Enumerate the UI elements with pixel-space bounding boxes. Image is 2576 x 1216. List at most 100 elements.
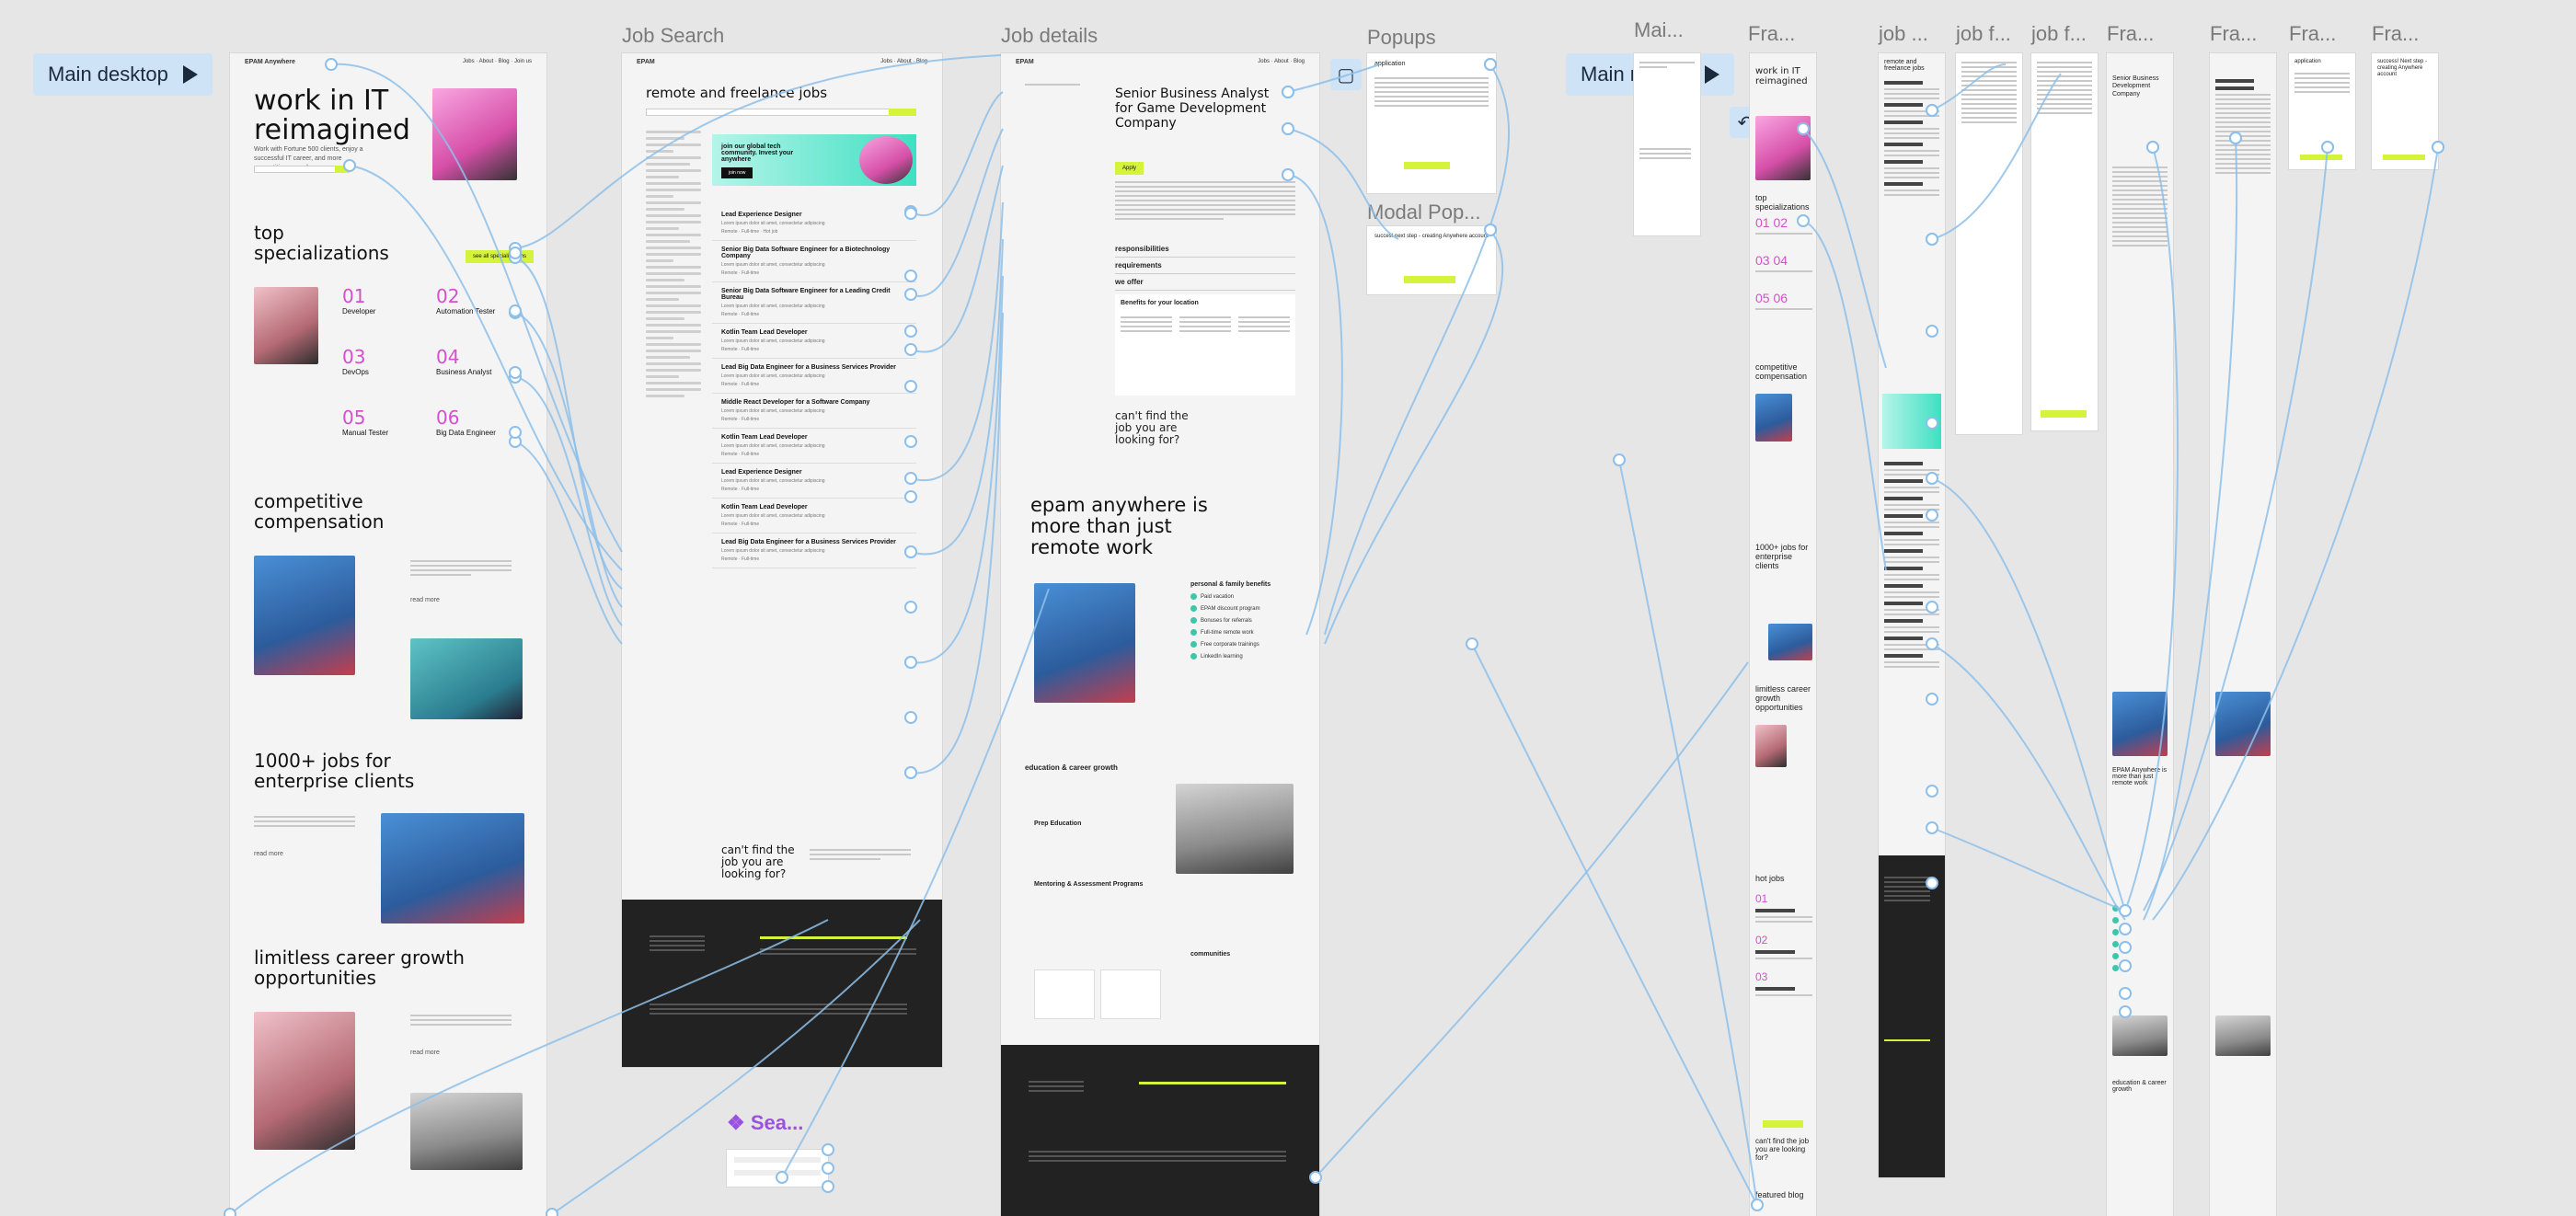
banner-join-button[interactable]: join now bbox=[721, 167, 753, 178]
mobile-job-list[interactable] bbox=[1884, 458, 1939, 671]
requirements-accordion[interactable]: requirements bbox=[1115, 258, 1295, 274]
site-logo[interactable]: EPAM bbox=[1016, 59, 1034, 65]
hero-search-button[interactable] bbox=[335, 166, 350, 173]
frame-label-job-filter-1[interactable]: job f... bbox=[1956, 22, 2011, 46]
footer-links[interactable] bbox=[650, 933, 705, 954]
frame-mobile-home[interactable]: work in IT reimagined top specialization… bbox=[1750, 53, 1816, 1216]
footer-links[interactable] bbox=[1029, 1078, 1084, 1095]
spec-item[interactable]: 01 Developer bbox=[342, 285, 375, 315]
job-card[interactable]: Kotlin Team Lead Developer Lorem ipsum do… bbox=[712, 499, 916, 533]
device-frame-icon[interactable]: ▢ bbox=[1330, 59, 1362, 90]
spec-item[interactable]: 03 DevOps bbox=[342, 346, 369, 376]
frame-label-fra-4[interactable]: Fra... bbox=[2289, 22, 2336, 46]
play-icon[interactable] bbox=[1704, 65, 1719, 84]
frame-main-mobile-menu[interactable] bbox=[1634, 53, 1700, 235]
job-title[interactable]: Middle React Developer for a Software Co… bbox=[721, 399, 907, 406]
frame-label-fra-3[interactable]: Fra... bbox=[2210, 22, 2257, 46]
spec-item[interactable]: 05 Manual Tester bbox=[342, 407, 388, 437]
nav-links[interactable]: Jobs · About · Blog bbox=[880, 59, 927, 64]
search-overlay-label[interactable]: ❖ Sea... bbox=[727, 1111, 803, 1135]
community-banner[interactable]: join our global tech community. Invest y… bbox=[712, 134, 916, 186]
we-offer-accordion[interactable]: we offer bbox=[1115, 274, 1295, 291]
frame-main-desktop[interactable]: EPAM Anywhere Jobs · About · Blog · Join… bbox=[230, 53, 546, 1216]
spec-item[interactable]: 04 Business Analyst bbox=[436, 346, 491, 376]
frame-popups[interactable]: application bbox=[1367, 53, 1496, 193]
filters-sidebar[interactable] bbox=[646, 127, 701, 401]
frame-label-main-mobile[interactable]: Mai... bbox=[1634, 18, 1684, 42]
mobile-success-button[interactable] bbox=[2383, 155, 2425, 160]
job-list[interactable]: Lead Experience Designer Lorem ipsum dolo… bbox=[712, 206, 916, 568]
frame-search-overlay[interactable] bbox=[727, 1150, 828, 1187]
job-title[interactable]: Kotlin Team Lead Developer bbox=[721, 329, 907, 336]
nav-links[interactable]: Jobs · About · Blog bbox=[1258, 59, 1305, 64]
mobile-hot-jobs-list[interactable]: 01 02 03 bbox=[1755, 892, 1812, 999]
job-card[interactable]: Senior Big Data Software Engineer for a … bbox=[712, 241, 916, 282]
frame-mobile-job-details-2[interactable] bbox=[2210, 53, 2276, 1216]
job-card[interactable]: Lead Experience Designer Lorem ipsum dolo… bbox=[712, 206, 916, 241]
community-card[interactable] bbox=[1034, 969, 1095, 1019]
mobile-submit-button[interactable] bbox=[2300, 155, 2342, 160]
play-icon[interactable] bbox=[182, 65, 198, 84]
frame-label-fra-1[interactable]: Fra... bbox=[1748, 22, 1795, 46]
frame-label-popups[interactable]: Popups bbox=[1367, 26, 1436, 50]
job-title[interactable]: Kotlin Team Lead Developer bbox=[721, 504, 907, 510]
frame-mobile-job-search[interactable]: remote and freelance jobs bbox=[1879, 53, 1945, 1177]
frame-label-fra-5[interactable]: Fra... bbox=[2372, 22, 2419, 46]
responsibilities-accordion[interactable]: responsibilities bbox=[1115, 241, 1295, 258]
community-card[interactable] bbox=[1100, 969, 1161, 1019]
frame-mobile-job-details[interactable]: Senior Business Development Company EPAM… bbox=[2107, 53, 2173, 1216]
job-card[interactable]: Kotlin Team Lead Developer Lorem ipsum do… bbox=[712, 324, 916, 359]
frame-label-job-1[interactable]: job ... bbox=[1879, 22, 1928, 46]
frame-label-job-details[interactable]: Job details bbox=[1001, 24, 1098, 48]
job-card[interactable]: Lead Big Data Engineer for a Business Se… bbox=[712, 533, 916, 568]
frame-mobile-success[interactable]: success! Next step - creating Anywhere a… bbox=[2372, 53, 2438, 169]
program-mentoring[interactable]: Mentoring & Assessment Programs bbox=[1034, 881, 1143, 888]
job-title[interactable]: Senior Big Data Software Engineer for a … bbox=[721, 288, 907, 301]
apply-filters-button[interactable] bbox=[2041, 410, 2087, 418]
job-title[interactable]: Senior Big Data Software Engineer for a … bbox=[721, 247, 907, 259]
submit-button[interactable] bbox=[1404, 162, 1450, 169]
footer-columns[interactable] bbox=[650, 1001, 907, 1017]
job-title[interactable]: Lead Experience Designer bbox=[721, 469, 907, 476]
job-title[interactable]: Lead Big Data Engineer for a Business Se… bbox=[721, 539, 907, 545]
flow-start-main-desktop[interactable]: Main desktop bbox=[33, 53, 213, 96]
frame-modal-popups[interactable]: succes! next step - creating Anywhere ac… bbox=[1367, 226, 1496, 294]
job-card[interactable]: Kotlin Team Lead Developer Lorem ipsum do… bbox=[712, 429, 916, 464]
compensation-read-more-link[interactable]: read more bbox=[410, 596, 440, 605]
modal-button[interactable] bbox=[1404, 276, 1455, 283]
job-search-button[interactable] bbox=[889, 109, 916, 116]
mobile-community-banner[interactable] bbox=[1882, 394, 1941, 449]
nav-links[interactable]: Jobs · About · Blog · Join us bbox=[463, 59, 532, 64]
frame-label-job-search[interactable]: Job Search bbox=[622, 24, 724, 48]
job-card[interactable]: Senior Big Data Software Engineer for a … bbox=[712, 282, 916, 324]
design-canvas[interactable]: Main desktop Main mobile Job Search Job … bbox=[0, 0, 2576, 1216]
job-card[interactable]: Lead Big Data Engineer for a Business Se… bbox=[712, 359, 916, 394]
frame-label-job-filter-2[interactable]: job f... bbox=[2031, 22, 2087, 46]
job-card[interactable]: Middle React Developer for a Software Co… bbox=[712, 394, 916, 429]
program-prep-education[interactable]: Prep Education bbox=[1034, 820, 1081, 827]
job-search-input[interactable] bbox=[646, 109, 916, 116]
job-title[interactable]: Lead Experience Designer bbox=[721, 212, 907, 218]
frame-job-details[interactable]: EPAM Jobs · About · Blog Senior Business … bbox=[1001, 53, 1319, 1216]
site-logo[interactable]: EPAM bbox=[637, 59, 655, 65]
jobs-read-more-link[interactable]: read more bbox=[254, 850, 283, 859]
growth-read-more-link[interactable]: read more bbox=[410, 1049, 440, 1058]
job-title[interactable]: Kotlin Team Lead Developer bbox=[721, 434, 907, 441]
mobile-see-all-jobs-button[interactable] bbox=[1763, 1120, 1803, 1128]
frame-mobile-application[interactable]: application bbox=[2289, 53, 2355, 169]
frame-mobile-job-filter-1[interactable] bbox=[1956, 53, 2022, 434]
job-card[interactable]: Lead Experience Designer Lorem ipsum dolo… bbox=[712, 464, 916, 499]
frame-label-fra-2[interactable]: Fra... bbox=[2107, 22, 2154, 46]
frame-label-modal-popups[interactable]: Modal Pop... bbox=[1367, 201, 1481, 224]
frame-job-search[interactable]: EPAM Jobs · About · Blog remote and freel… bbox=[622, 53, 942, 1067]
spec-item[interactable]: 02 Automation Tester bbox=[436, 285, 495, 315]
hero-search-input[interactable] bbox=[254, 166, 346, 173]
footer-columns[interactable] bbox=[1029, 1148, 1286, 1164]
breadcrumb[interactable] bbox=[1025, 81, 1080, 88]
job-title[interactable]: Lead Big Data Engineer for a Business Se… bbox=[721, 364, 907, 371]
frame-mobile-job-filter-2[interactable] bbox=[2031, 53, 2098, 430]
see-all-specializations-button[interactable]: see all specializations bbox=[466, 250, 535, 263]
apply-button[interactable]: Apply bbox=[1115, 162, 1144, 175]
spec-item[interactable]: 06 Big Data Engineer bbox=[436, 407, 496, 437]
site-logo[interactable]: EPAM Anywhere bbox=[245, 59, 295, 65]
